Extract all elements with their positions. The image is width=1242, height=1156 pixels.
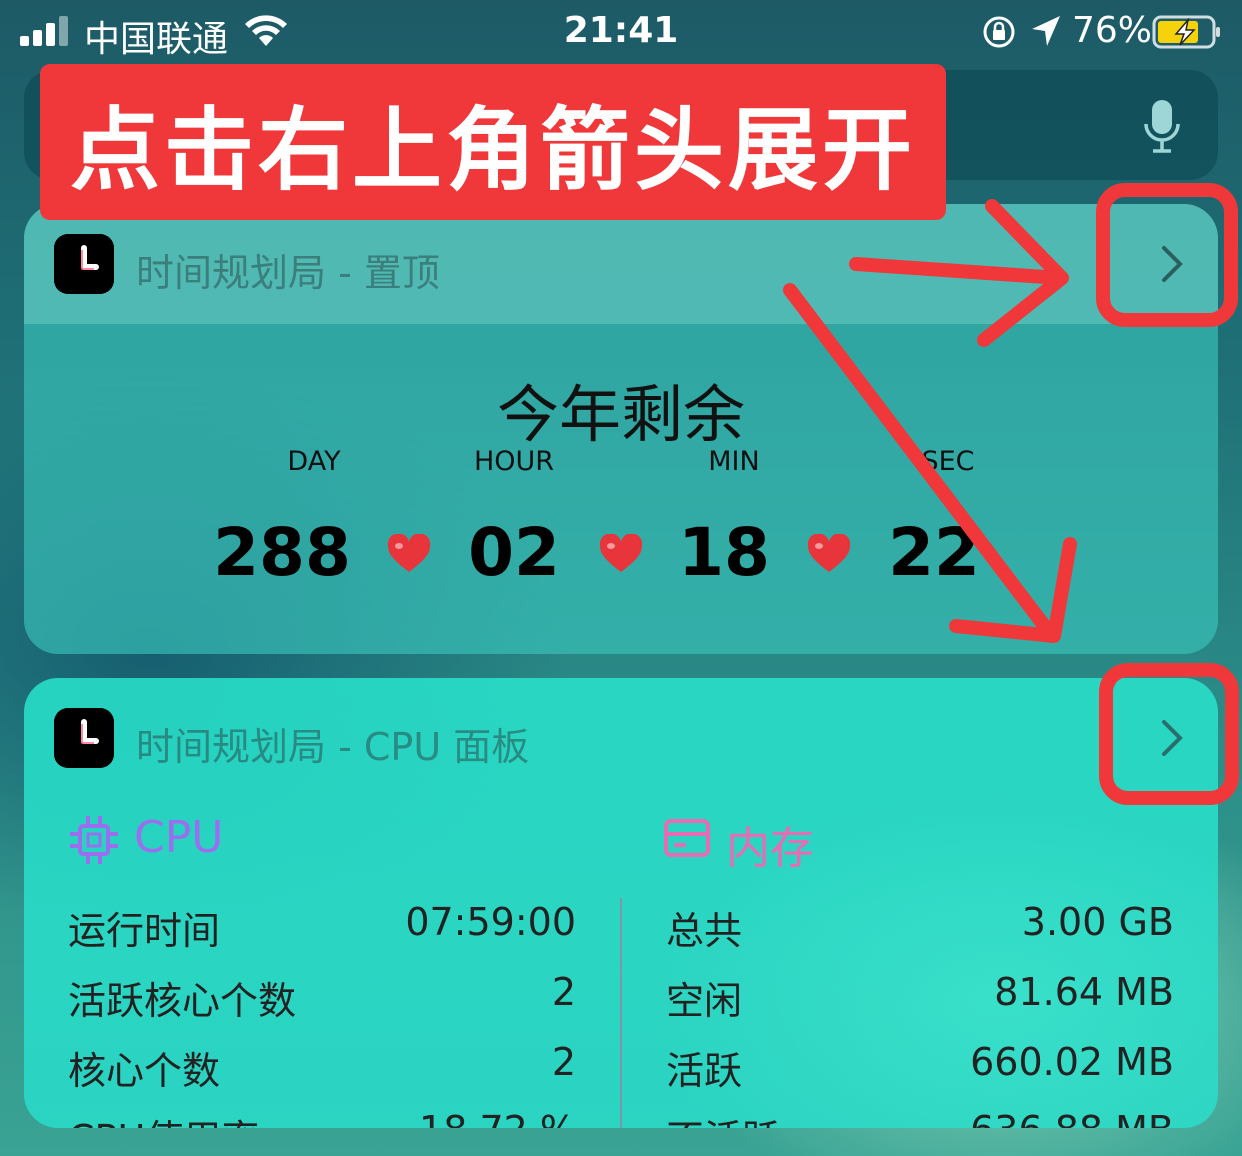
widget-title: 时间规划局 - CPU 面板	[136, 725, 530, 769]
location-arrow-icon	[1032, 16, 1060, 46]
heart-icon	[387, 534, 431, 572]
cpu-panel-widget: 时间规划局 - CPU 面板 CPU 内存 运行时间 07:59:00 活跃核心…	[24, 678, 1218, 1128]
cpu-row-value: 07:59:00	[405, 900, 576, 944]
cpu-row-label: 核心个数	[68, 1049, 221, 1093]
cpu-chip-icon	[70, 816, 118, 864]
app-clock-icon	[54, 234, 114, 294]
status-bar: 中国联通 21:41 76%	[0, 0, 1242, 64]
countdown-heading: 今年剩余	[496, 378, 745, 451]
column-divider	[620, 898, 622, 1128]
memory-row-label: 活跃	[666, 1049, 743, 1093]
heart-icon	[807, 534, 851, 572]
unit-label-min: MIN	[708, 446, 760, 477]
unit-label-day: DAY	[287, 446, 341, 477]
value-min: 18	[678, 514, 770, 591]
memory-row-value: 660.02 MB	[970, 1040, 1174, 1084]
memory-section-header: 内存	[664, 810, 884, 874]
app-clock-icon	[54, 708, 114, 768]
instruction-banner: 点击右上角箭头展开	[40, 64, 946, 220]
cpu-row-label: CPU使用率	[68, 1108, 259, 1128]
microphone-icon[interactable]	[1142, 98, 1182, 156]
widget-header[interactable]: 时间规划局 - CPU 面板	[24, 678, 1218, 798]
memory-section-title: 内存	[726, 823, 814, 874]
cpu-row-value: 2	[551, 1040, 576, 1084]
memory-row-label: 总共	[666, 909, 743, 953]
chevron-right-icon[interactable]	[1160, 718, 1184, 758]
memory-row-label: 不活跃	[666, 1108, 780, 1128]
heart-icon	[599, 534, 643, 572]
memory-row-label: 空闲	[666, 979, 743, 1023]
cpu-row-value: 18.72 %	[316, 1108, 576, 1128]
battery-icon	[1152, 15, 1220, 49]
cpu-row-label: 运行时间	[68, 909, 221, 953]
unit-label-sec: SEC	[921, 446, 975, 477]
widget-title: 时间规划局 - 置顶	[136, 251, 440, 295]
memory-row-value: 81.64 MB	[994, 970, 1174, 1014]
countdown-widget: 时间规划局 - 置顶 今年剩余 DAY HOUR MIN SEC 288 02 …	[24, 204, 1218, 654]
cpu-row-label: 活跃核心个数	[68, 979, 297, 1023]
chevron-right-icon[interactable]	[1160, 244, 1184, 284]
memory-row-value: 636.88 MB	[914, 1108, 1174, 1128]
value-day: 288	[213, 514, 351, 591]
memory-card-icon	[664, 819, 710, 857]
battery-percent: 76%	[1072, 10, 1153, 51]
value-sec: 22	[888, 514, 980, 591]
unit-label-hour: HOUR	[473, 446, 555, 477]
cpu-section-header: CPU	[68, 810, 288, 868]
cpu-section-title: CPU	[134, 812, 224, 863]
value-hour: 02	[468, 514, 560, 591]
rotation-lock-icon	[983, 16, 1015, 48]
cpu-row-value: 2	[551, 970, 576, 1014]
memory-row-value: 3.00 GB	[1021, 900, 1174, 944]
widget-header[interactable]: 时间规划局 - 置顶	[24, 204, 1218, 324]
